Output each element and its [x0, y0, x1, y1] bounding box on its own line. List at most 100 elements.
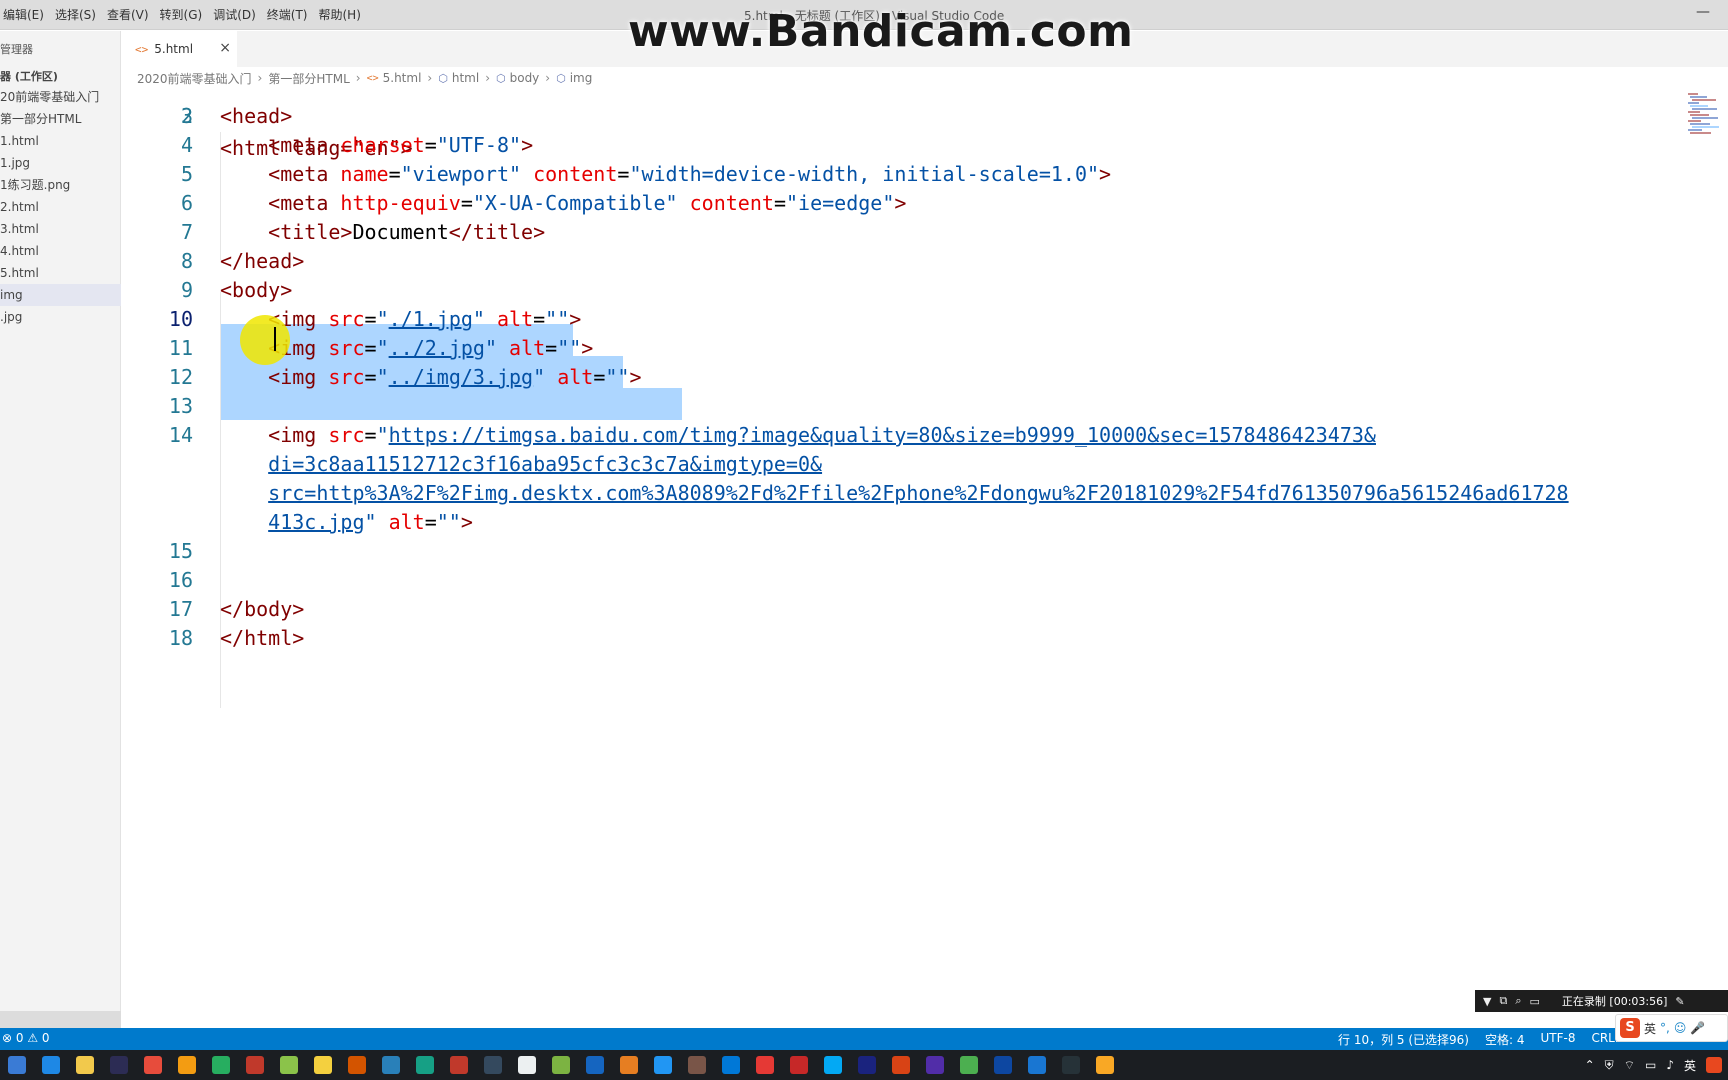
- windows-taskbar: ⌃ ⛨ ⌔ ▭ ♪ 英: [0, 1050, 1728, 1080]
- illustrator-icon[interactable]: [790, 1056, 808, 1074]
- volume-icon[interactable]: ♪: [1666, 1058, 1674, 1072]
- menu-view[interactable]: 查看(V): [104, 0, 157, 30]
- chevron-right-icon: ›: [485, 71, 490, 85]
- tree-folder-root[interactable]: 20前端零基础入门: [0, 86, 121, 108]
- code-text: </html>: [220, 626, 305, 650]
- app-icon[interactable]: [246, 1056, 264, 1074]
- workspace-section[interactable]: 器 (工作区): [0, 68, 58, 84]
- punctuation-icon[interactable]: °,: [1660, 1021, 1670, 1035]
- app-icon[interactable]: [552, 1056, 570, 1074]
- record-icon[interactable]: [926, 1056, 944, 1074]
- breadcrumb-item-file[interactable]: <> 5.html: [367, 71, 422, 85]
- app-icon[interactable]: [620, 1056, 638, 1074]
- vscode-icon[interactable]: [722, 1056, 740, 1074]
- app-icon[interactable]: [450, 1056, 468, 1074]
- chrome-icon[interactable]: [144, 1056, 162, 1074]
- app-icon[interactable]: [586, 1056, 604, 1074]
- code-text: <body>: [220, 278, 293, 302]
- tree-file-1-jpg[interactable]: 1.jpg: [0, 152, 121, 174]
- indentation[interactable]: 空格: 4: [1485, 1031, 1525, 1048]
- ime-toolbar[interactable]: S 英 °, ☺ 🎤: [1615, 1014, 1728, 1042]
- netease-icon[interactable]: [212, 1056, 230, 1074]
- breadcrumb-item-html[interactable]: ⬡ html: [438, 71, 479, 85]
- minimap-line: [1688, 129, 1702, 131]
- line-number: 5: [180, 162, 193, 186]
- minimize-icon[interactable]: —: [1696, 4, 1710, 20]
- code-line: 9 <body>: [121, 274, 1684, 306]
- notes-icon[interactable]: [42, 1056, 60, 1074]
- line-number: 17: [168, 597, 193, 621]
- chrome-icon[interactable]: [110, 1056, 128, 1074]
- dropdown-icon[interactable]: ▼: [1483, 995, 1491, 1008]
- premiere-icon[interactable]: [960, 1056, 978, 1074]
- explorer-title: 管理器: [0, 43, 33, 56]
- network-icon[interactable]: [382, 1056, 400, 1074]
- menu-go[interactable]: 转到(G): [157, 0, 211, 30]
- menu-selection[interactable]: 选择(S): [52, 0, 104, 30]
- tree-file-2-html[interactable]: 2.html: [0, 196, 121, 218]
- mic-icon[interactable]: 🎤: [1690, 1021, 1705, 1035]
- menu-help[interactable]: 帮助(H): [316, 0, 369, 30]
- tree-file-1-html[interactable]: 1.html: [0, 130, 121, 152]
- app-icon[interactable]: [1028, 1056, 1046, 1074]
- tree-file-exercise-png[interactable]: 1练习题.png: [0, 174, 121, 196]
- screen-icon[interactable]: ▭: [1530, 995, 1540, 1008]
- minimap[interactable]: [1684, 89, 1728, 1028]
- code-editor[interactable]: 2 <html lang="en"> 3 <head> 4 <meta charse…: [121, 89, 1684, 1028]
- close-icon[interactable]: ×: [219, 40, 231, 56]
- app-icon[interactable]: [688, 1056, 706, 1074]
- breadcrumb-item-body[interactable]: ⬡ body: [496, 71, 539, 85]
- wifi-icon[interactable]: ⌔: [1624, 1058, 1635, 1073]
- window-icon[interactable]: ⧉: [1499, 994, 1507, 1008]
- tree-folder-img[interactable]: img: [0, 284, 121, 306]
- chevron-up-icon[interactable]: ⌃: [1585, 1058, 1595, 1072]
- app-icon[interactable]: [824, 1056, 842, 1074]
- wechat-icon[interactable]: [994, 1056, 1012, 1074]
- breadcrumb-item-img[interactable]: ⬡ img: [556, 71, 592, 85]
- sidebar-scrollbar[interactable]: [0, 1011, 121, 1029]
- problems-indicator[interactable]: ⊗ 0 ⚠ 0: [2, 1031, 50, 1045]
- status-bar: ⊗ 0 ⚠ 0 行 10，列 5 (已选择96) 空格: 4 UTF-8 CRL…: [0, 1028, 1728, 1050]
- tab-5-html[interactable]: <> 5.html ×: [121, 31, 237, 67]
- wps-icon[interactable]: [280, 1056, 298, 1074]
- breadcrumb-item-root[interactable]: 2020前端零基础入门: [137, 70, 252, 87]
- game-icon[interactable]: [178, 1056, 196, 1074]
- code-text: <meta name="viewport" content="width=dev…: [268, 162, 1112, 186]
- app-icon[interactable]: [654, 1056, 672, 1074]
- app-icon[interactable]: [756, 1056, 774, 1074]
- sogou-tray-icon[interactable]: [1706, 1057, 1722, 1073]
- menu-debug[interactable]: 调试(D): [210, 0, 264, 30]
- search-icon[interactable]: ⌕: [1515, 994, 1521, 1008]
- battery-icon[interactable]: ▭: [1645, 1058, 1656, 1072]
- pencil-icon[interactable]: ✎: [1675, 995, 1684, 1008]
- tree-file-jpg[interactable]: .jpg: [0, 306, 121, 328]
- vscode-icon[interactable]: [1096, 1056, 1114, 1074]
- cursor-position[interactable]: 行 10，列 5 (已选择96): [1338, 1031, 1469, 1048]
- tree-file-5-html[interactable]: 5.html: [0, 262, 121, 284]
- code-line: 18 </html>: [121, 622, 1684, 654]
- tree-file-4-html[interactable]: 4.html: [0, 240, 121, 262]
- terminal-icon[interactable]: [76, 1056, 94, 1074]
- tree-file-3-html[interactable]: 3.html: [0, 218, 121, 240]
- emoji-icon[interactable]: ☺: [1674, 1021, 1687, 1035]
- encoding[interactable]: UTF-8: [1540, 1031, 1575, 1048]
- weibo-icon[interactable]: [314, 1056, 332, 1074]
- tray-lang[interactable]: 英: [1684, 1057, 1696, 1074]
- mail-icon[interactable]: [1062, 1056, 1080, 1074]
- settings-icon[interactable]: [8, 1056, 26, 1074]
- tree-folder-html[interactable]: 第一部分HTML: [0, 108, 121, 130]
- chevron-right-icon: ›: [257, 71, 263, 85]
- app-icon[interactable]: [416, 1056, 434, 1074]
- baidu-icon[interactable]: [484, 1056, 502, 1074]
- photoshop-icon[interactable]: [858, 1056, 876, 1074]
- qq-icon[interactable]: [892, 1056, 910, 1074]
- ime-lang[interactable]: 英: [1644, 1020, 1656, 1037]
- app-icon[interactable]: [518, 1056, 536, 1074]
- menu-terminal[interactable]: 终端(T): [264, 0, 316, 30]
- breadcrumb-item-folder[interactable]: 第一部分HTML: [268, 70, 349, 87]
- desktop-icon[interactable]: [348, 1056, 366, 1074]
- line-number: 15: [168, 539, 193, 563]
- shield-icon[interactable]: ⛨: [1605, 1058, 1614, 1073]
- menu-edit[interactable]: 编辑(E): [0, 0, 52, 30]
- code-line: 10 <img src="./1.jpg" alt="">: [121, 303, 1684, 335]
